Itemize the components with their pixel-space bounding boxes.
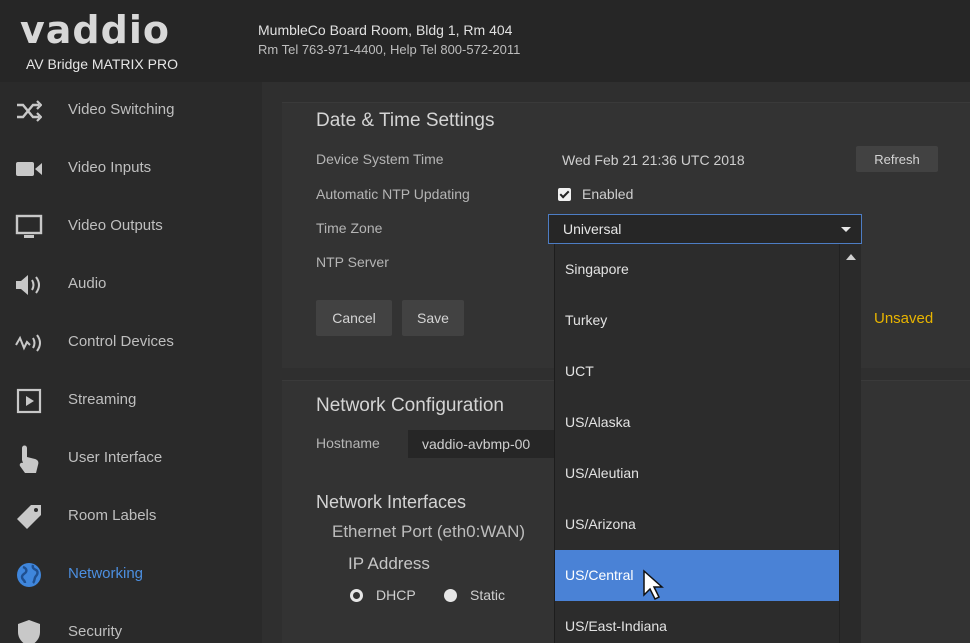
sidebar-item-label: User Interface <box>68 449 163 466</box>
sidebar-item-audio[interactable]: Audio <box>0 256 262 314</box>
sidebar-item-streaming[interactable]: Streaming <box>0 372 262 430</box>
video-camera-icon <box>14 154 44 184</box>
sidebar-item-label: Video Switching <box>68 101 175 118</box>
time-zone-option[interactable]: Singapore <box>555 244 840 295</box>
vaddio-logo: vaddio AV Bridge MATRIX PRO <box>20 8 240 78</box>
chevron-down-icon <box>841 227 851 232</box>
time-zone-option[interactable]: US/Alaska <box>555 397 840 448</box>
dropdown-scrollbar[interactable] <box>839 244 861 643</box>
shield-icon <box>14 618 44 643</box>
sidebar-item-label: Control Devices <box>68 333 174 350</box>
refresh-button[interactable]: Refresh <box>856 146 938 172</box>
room-name: MumbleCo Board Room, Bldg 1, Rm 404 <box>258 22 513 38</box>
signal-icon <box>14 328 44 358</box>
sidebar-item-label: Networking <box>68 565 144 582</box>
network-title: Network Configuration <box>316 395 504 416</box>
system-time-label: Device System Time <box>316 151 444 167</box>
sidebar-item-networking[interactable]: Networking <box>0 546 262 604</box>
ntp-server-label: NTP Server <box>316 254 389 270</box>
ntp-enabled-checkbox[interactable] <box>558 188 571 201</box>
sidebar-item-security[interactable]: Security <box>0 604 262 643</box>
sidebar-item-control-devices[interactable]: Control Devices <box>0 314 262 372</box>
sidebar-item-video-inputs[interactable]: Video Inputs <box>0 140 262 198</box>
time-zone-option[interactable]: US/East-Indiana <box>555 601 840 643</box>
network-interfaces-title: Network Interfaces <box>316 492 467 512</box>
datetime-title: Date & Time Settings <box>316 110 495 131</box>
ntp-updating-label: Automatic NTP Updating <box>316 186 470 202</box>
sidebar-item-label: Security <box>68 623 123 640</box>
touch-hand-icon <box>14 444 44 474</box>
static-radio[interactable] <box>444 589 457 602</box>
product-name: AV Bridge MATRIX PRO <box>26 56 178 72</box>
hostname-input[interactable]: vaddio-avbmp-00 <box>408 430 554 458</box>
shuffle-icon <box>14 96 44 126</box>
sidebar-item-video-switching[interactable]: Video Switching <box>0 82 262 140</box>
system-time-value: Wed Feb 21 21:36 UTC 2018 <box>562 152 745 168</box>
dhcp-radio[interactable] <box>350 589 363 602</box>
cancel-button[interactable]: Cancel <box>316 300 392 336</box>
monitor-icon <box>14 212 44 242</box>
time-zone-select[interactable]: Universal <box>548 214 862 244</box>
logo-wordmark: vaddio <box>20 8 170 52</box>
sidebar-item-label: Video Outputs <box>68 217 163 234</box>
scroll-up-arrow-icon[interactable] <box>846 254 856 260</box>
time-zone-selected-value: Universal <box>563 221 622 237</box>
hostname-label: Hostname <box>316 435 380 451</box>
sidebar-item-user-interface[interactable]: User Interface <box>0 430 262 488</box>
save-button[interactable]: Save <box>402 300 464 336</box>
time-zone-label: Time Zone <box>316 220 383 236</box>
static-label: Static <box>470 587 506 603</box>
sidebar-item-label: Video Inputs <box>68 159 152 176</box>
ip-address-title: IP Address <box>348 554 430 573</box>
time-zone-dropdown-list: Singapore Turkey UCT US/Alaska US/Aleuti… <box>554 244 840 643</box>
sidebar-item-room-labels[interactable]: Room Labels <box>0 488 262 546</box>
app-header: vaddio AV Bridge MATRIX PRO MumbleCo Boa… <box>0 0 970 82</box>
time-zone-option[interactable]: US/Aleutian <box>555 448 840 499</box>
sidebar-item-label: Room Labels <box>68 507 157 524</box>
room-phone-numbers: Rm Tel 763-971-4400, Help Tel 800-572-20… <box>258 42 521 57</box>
play-icon <box>14 386 44 416</box>
sidebar-item-label: Streaming <box>68 391 137 408</box>
sidebar-nav: Video Switching Video Inputs Video Outpu… <box>0 82 262 643</box>
unsaved-status: Unsaved <box>874 310 934 327</box>
tag-icon <box>14 502 44 532</box>
time-zone-option[interactable]: UCT <box>555 346 840 397</box>
globe-icon <box>14 560 44 590</box>
speaker-icon <box>14 270 44 300</box>
mouse-pointer-icon <box>642 569 664 606</box>
ntp-enabled-label: Enabled <box>582 186 634 202</box>
sidebar-item-label: Audio <box>68 275 107 292</box>
ethernet-port-label: Ethernet Port (eth0:WAN) <box>332 522 526 541</box>
time-zone-option[interactable]: US/Arizona <box>555 499 840 550</box>
dhcp-label: DHCP <box>376 587 416 603</box>
time-zone-option[interactable]: Turkey <box>555 295 840 346</box>
sidebar-item-video-outputs[interactable]: Video Outputs <box>0 198 262 256</box>
time-zone-option-highlighted[interactable]: US/Central <box>555 550 840 601</box>
